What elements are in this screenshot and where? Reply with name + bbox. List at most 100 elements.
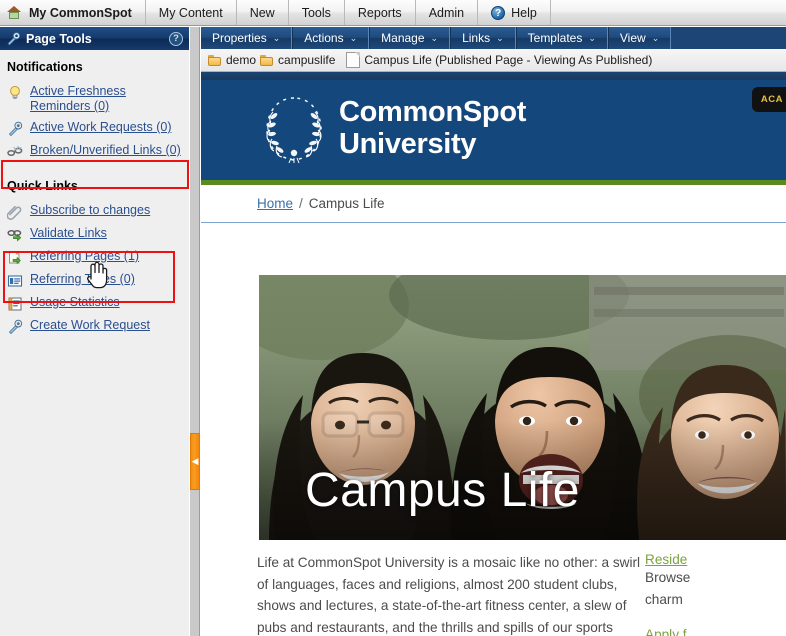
chevron-down-icon: ⌄ bbox=[349, 32, 358, 43]
toolbar-links[interactable]: Links ⌄ bbox=[450, 27, 516, 49]
notification-broken-unverified-links-label: Broken/Unverified Links (0) bbox=[30, 143, 181, 157]
quicklink-subscribe-to-changes[interactable]: Subscribe to changes bbox=[0, 200, 189, 223]
menu-item-new[interactable]: New bbox=[237, 0, 289, 25]
wrench-icon bbox=[7, 319, 23, 335]
chevron-down-icon: ⌄ bbox=[430, 32, 439, 43]
toolbar-properties[interactable]: Properties ⌄ bbox=[201, 27, 293, 49]
quicklink-create-work-request[interactable]: Create Work Request bbox=[0, 315, 189, 338]
hero-caption: Campus Life bbox=[305, 464, 580, 517]
notification-active-work-requests[interactable]: Active Work Requests (0) bbox=[0, 117, 189, 140]
menu-item-admin[interactable]: Admin bbox=[416, 0, 479, 25]
wrench-icon bbox=[6, 31, 21, 46]
laurel-wreath-icon bbox=[261, 92, 327, 164]
toolbar-view-label: View bbox=[619, 31, 646, 45]
page-tools-panel: Page Tools ? Notifications Active Freshn… bbox=[0, 27, 189, 636]
menu-item-new-label: New bbox=[249, 5, 275, 20]
body-side-column: Reside Browse charm Apply f Find o bbox=[641, 552, 786, 636]
tree-list-icon bbox=[7, 273, 23, 289]
main-content: Properties ⌄ Actions ⌄ Manage ⌄ Links ⌄ … bbox=[201, 27, 786, 636]
side-link-apply[interactable]: Apply f bbox=[645, 627, 786, 636]
broken-link-icon bbox=[7, 144, 23, 160]
breadcrumb-folder-demo[interactable]: demo bbox=[226, 53, 256, 67]
toolbar-view[interactable]: View ⌄ bbox=[607, 27, 672, 49]
menu-item-my-commonspot-label: My CommonSpot bbox=[29, 5, 132, 20]
site-nav-tab-academics[interactable]: ACA bbox=[751, 87, 786, 112]
report-icon bbox=[7, 296, 23, 312]
notifications-heading: Notifications bbox=[7, 60, 83, 74]
site-title: CommonSpot University bbox=[339, 96, 526, 160]
wrench-icon bbox=[7, 121, 23, 137]
menu-item-my-content-label: My Content bbox=[158, 5, 223, 20]
panel-splitter[interactable] bbox=[189, 27, 200, 636]
notification-active-freshness-reminders[interactable]: Active Freshness Reminders (0) bbox=[0, 81, 189, 117]
quick-links-heading: Quick Links bbox=[7, 179, 78, 193]
side-block-residence: Reside Browse charm bbox=[645, 552, 786, 610]
side-block-apply: Apply f Find o bbox=[645, 627, 786, 636]
side-desc-residence-line1: Browse bbox=[645, 570, 691, 585]
page-tools-title: Page Tools bbox=[26, 31, 92, 46]
site-breadcrumb-home[interactable]: Home bbox=[257, 196, 293, 211]
quicklink-referring-pages-label: Referring Pages (1) bbox=[30, 249, 140, 263]
notification-broken-unverified-links[interactable]: Broken/Unverified Links (0) bbox=[0, 140, 189, 163]
menu-item-reports-label: Reports bbox=[357, 5, 402, 20]
help-circle-icon: ? bbox=[491, 5, 506, 20]
paperclip-icon bbox=[6, 204, 23, 220]
site-breadcrumb-separator: / bbox=[299, 196, 303, 211]
panel-help-icon[interactable]: ? bbox=[169, 31, 183, 46]
page-arrow-icon bbox=[7, 250, 23, 266]
page-tools-header: Page Tools ? bbox=[0, 27, 189, 50]
toolbar-actions[interactable]: Actions ⌄ bbox=[292, 27, 370, 49]
commonspot-breadcrumb: demo campuslife Campus Life (Published P… bbox=[201, 49, 786, 72]
site-breadcrumb: Home / Campus Life bbox=[201, 185, 786, 223]
chevron-left-icon: ◀ bbox=[191, 456, 199, 466]
site-nav-tab-label: ACA bbox=[760, 94, 783, 105]
breadcrumb-folder-campuslife[interactable]: campuslife bbox=[278, 53, 335, 67]
chevron-down-icon: ⌄ bbox=[651, 32, 660, 43]
quicklink-subscribe-to-changes-label: Subscribe to changes bbox=[30, 203, 151, 217]
quicklink-referring-pages[interactable]: Referring Pages (1) bbox=[0, 246, 189, 269]
chevron-down-icon: ⌄ bbox=[272, 32, 281, 43]
notification-active-freshness-reminders-label: Active Freshness Reminders (0) bbox=[30, 84, 126, 113]
panel-collapse-handle[interactable]: ◀ bbox=[190, 433, 200, 490]
hero-banner: Campus Life bbox=[259, 275, 786, 540]
commonspot-action-toolbar: Properties ⌄ Actions ⌄ Manage ⌄ Links ⌄ … bbox=[201, 27, 786, 49]
quicklink-usage-statistics[interactable]: Usage Statistics bbox=[0, 292, 189, 315]
menu-item-help-label: Help bbox=[511, 5, 537, 20]
menu-item-admin-label: Admin bbox=[428, 5, 465, 20]
toolbar-manage-label: Manage bbox=[381, 31, 425, 45]
page-tools-body: Notifications Active Freshness Reminders… bbox=[0, 50, 189, 338]
side-link-residence[interactable]: Reside bbox=[645, 552, 786, 567]
quicklink-referring-trees-label: Referring Trees (0) bbox=[30, 272, 135, 286]
menu-item-my-commonspot[interactable]: My CommonSpot bbox=[0, 0, 146, 25]
quicklink-create-work-request-label: Create Work Request bbox=[30, 318, 150, 332]
toolbar-actions-label: Actions bbox=[304, 31, 344, 45]
menu-item-reports[interactable]: Reports bbox=[345, 0, 416, 25]
menu-item-tools-label: Tools bbox=[301, 5, 331, 20]
global-menu-bar: My CommonSpot My Content New Tools Repor… bbox=[0, 0, 786, 26]
menu-item-tools[interactable]: Tools bbox=[289, 0, 345, 25]
home-icon bbox=[6, 5, 22, 20]
toolbar-filler bbox=[671, 27, 786, 49]
site-breadcrumb-current: Campus Life bbox=[308, 196, 385, 211]
link-check-icon bbox=[7, 227, 23, 243]
menu-item-help[interactable]: ? Help bbox=[478, 0, 551, 25]
toolbar-links-label: Links bbox=[462, 31, 491, 45]
screen-root: My CommonSpot My Content New Tools Repor… bbox=[0, 0, 786, 636]
quicklink-validate-links-label: Validate Links bbox=[30, 226, 107, 240]
toolbar-properties-label: Properties bbox=[212, 31, 267, 45]
toolbar-manage[interactable]: Manage ⌄ bbox=[369, 27, 451, 49]
folder-icon bbox=[260, 54, 274, 66]
breadcrumb-page-status: Campus Life (Published Page - Viewing As… bbox=[364, 53, 653, 67]
menu-item-my-content[interactable]: My Content bbox=[146, 0, 237, 25]
page-icon bbox=[346, 52, 361, 68]
body-main-text: Life at CommonSpot University is a mosai… bbox=[257, 555, 641, 635]
quicklink-validate-links[interactable]: Validate Links bbox=[0, 223, 189, 246]
site-title-line2: University bbox=[339, 128, 477, 160]
toolbar-strip bbox=[201, 72, 786, 80]
toolbar-templates[interactable]: Templates ⌄ bbox=[515, 27, 608, 49]
notification-active-work-requests-label: Active Work Requests (0) bbox=[30, 120, 172, 134]
site-header: CommonSpot University ACA bbox=[201, 80, 786, 180]
side-desc-residence-line2: charm bbox=[645, 591, 683, 607]
site-logo[interactable]: CommonSpot University bbox=[261, 92, 526, 164]
quicklink-referring-trees[interactable]: Referring Trees (0) bbox=[0, 269, 189, 292]
